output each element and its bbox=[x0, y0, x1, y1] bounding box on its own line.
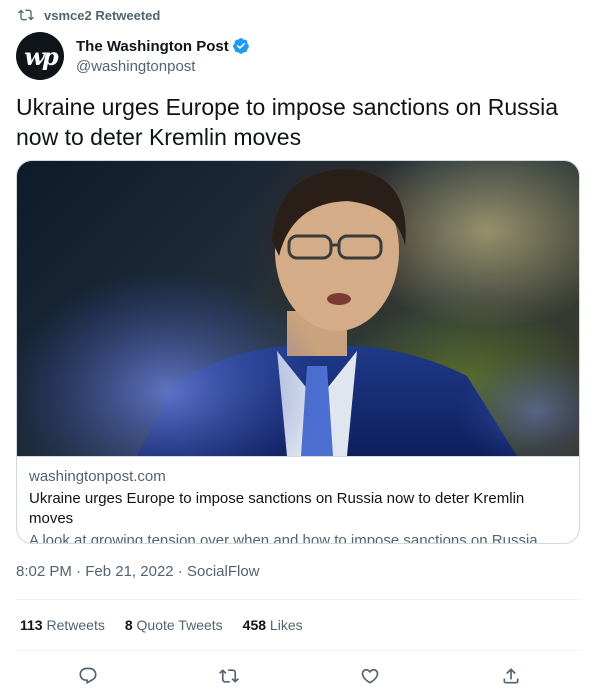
likes-stat[interactable]: 458 Likes bbox=[243, 617, 303, 633]
reply-icon bbox=[79, 667, 97, 685]
retweets-count: 113 bbox=[20, 617, 43, 633]
retweet-button[interactable] bbox=[215, 662, 243, 690]
card-image[interactable] bbox=[17, 161, 579, 456]
tweet-stats: 113 Retweets 8 Quote Tweets 458 Likes bbox=[20, 617, 323, 633]
tweet-actions bbox=[16, 662, 582, 690]
retweet-label: vsmce2 Retweeted bbox=[44, 7, 161, 23]
quote-tweets-label: Quote Tweets bbox=[136, 617, 223, 633]
card-title: Ukraine urges Europe to impose sanctions… bbox=[29, 490, 525, 527]
share-button[interactable] bbox=[497, 662, 525, 690]
heart-icon bbox=[361, 668, 379, 684]
retweets-label: Retweets bbox=[46, 617, 105, 633]
quote-tweets-count: 8 bbox=[124, 617, 133, 633]
quote-tweets-stat[interactable]: 8 Quote Tweets bbox=[125, 617, 223, 633]
like-button[interactable] bbox=[356, 662, 384, 690]
likes-label: Likes bbox=[269, 617, 303, 633]
display-name-row[interactable]: The Washington Post bbox=[76, 37, 250, 55]
retweet-context[interactable]: vsmce2 Retweeted bbox=[18, 7, 160, 23]
likes-count: 458 bbox=[242, 617, 267, 633]
tweet-text: Ukraine urges Europe to impose sanctions… bbox=[16, 94, 559, 150]
retweet-icon bbox=[18, 7, 34, 23]
card-domain: washingtonpost.com bbox=[29, 468, 166, 485]
share-icon bbox=[503, 668, 519, 684]
avatar[interactable]: wp bbox=[16, 32, 64, 80]
card-description: A look at growing tension over when and … bbox=[29, 532, 542, 544]
retweet-icon bbox=[219, 669, 239, 683]
handle[interactable]: @washingtonpost bbox=[76, 58, 250, 75]
reply-button[interactable] bbox=[74, 662, 102, 690]
tweet-date[interactable]: Feb 21, 2022 bbox=[85, 563, 173, 580]
tweet-meta: 8:02 PM · Feb 21, 2022 · SocialFlow bbox=[16, 563, 260, 580]
verified-badge-icon bbox=[232, 38, 249, 54]
author-header[interactable]: wp The Washington Post @washingtonpost bbox=[16, 32, 250, 80]
divider bbox=[16, 650, 582, 651]
tweet-source[interactable]: SocialFlow bbox=[187, 563, 260, 580]
meta-separator: · bbox=[76, 563, 82, 580]
tweet[interactable]: vsmce2 Retweeted wp The Washington Post … bbox=[0, 0, 598, 699]
divider bbox=[16, 599, 582, 600]
tweet-time[interactable]: 8:02 PM bbox=[16, 563, 72, 580]
retweets-stat[interactable]: 113 Retweets bbox=[20, 617, 105, 633]
display-name[interactable]: The Washington Post bbox=[76, 38, 229, 55]
link-card[interactable]: washingtonpost.com Ukraine urges Europe … bbox=[16, 160, 580, 544]
meta-separator: · bbox=[177, 563, 183, 580]
